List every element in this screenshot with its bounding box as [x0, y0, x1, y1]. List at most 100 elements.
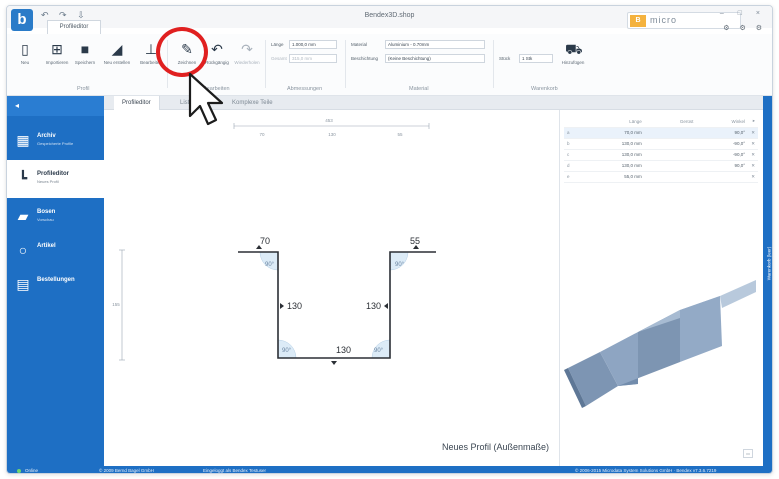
dim-bottom[interactable]: 130	[336, 345, 351, 355]
ruler-seg-c: 130	[328, 132, 336, 137]
sidebar-item-artikel[interactable]: ○ Artikel	[7, 232, 104, 270]
angle-label: 90°	[395, 262, 405, 268]
segments-panel: Länge Gerüst Winkel ▸ a 70,0 mm 90,0° ✕ …	[559, 110, 763, 466]
status-bar: Online © 2009 Bernd Bagel GmbH Eingelogg…	[7, 466, 772, 473]
column-header	[564, 116, 576, 128]
save-button-label: Speichern	[74, 60, 96, 65]
row-angle[interactable]	[696, 171, 748, 183]
sidebar-item-label: Bosen	[37, 209, 56, 215]
save-button[interactable]: ■ Speichern	[71, 38, 99, 80]
add-to-cart-button[interactable]: ⛟ Hinzufügen	[559, 38, 587, 80]
profile-name: Neues Profil (Außenmaße)	[441, 442, 549, 452]
new-button-label: Neu	[20, 60, 30, 65]
column-header: Gerüst	[644, 116, 697, 128]
sidebar-item-sublabel: Neues Profil	[37, 179, 59, 184]
group-label-material: Material	[409, 86, 429, 92]
table-row[interactable]: b 130,0 mm -90,0° ✕	[564, 138, 758, 150]
table-row[interactable]: d 130,0 mm 90,0° ✕	[564, 160, 758, 172]
sidebar: ◂ ▦ Archiv Gespeicherte Profile ┗ Profil…	[7, 96, 104, 466]
group-label-profil: Profil	[77, 86, 90, 92]
dim-top-right[interactable]: 55	[410, 236, 420, 246]
delete-icon[interactable]: ✕	[748, 171, 758, 183]
sidebar-item-label: Bestellungen	[37, 277, 75, 283]
app-window: b ↶ ↷ ⇩ Bendex3D.shop B micro – □ × ⚙ ⚙ …	[6, 5, 773, 474]
sidebar-item-sublabel: Gespeicherte Profile	[37, 141, 74, 146]
sidebar-item-label: Profileditor	[37, 171, 70, 177]
row-geruest	[644, 171, 697, 183]
row-angle[interactable]: -90,0°	[696, 149, 748, 161]
ruler-seg-e: 55	[397, 132, 403, 137]
length-input[interactable]: 1.000,0 mm	[289, 40, 337, 49]
tab-profileditor[interactable]: Profileditor	[47, 20, 101, 34]
pieces-label: Stück	[499, 56, 511, 61]
row-angle[interactable]: 90,0°	[696, 160, 748, 172]
delete-icon[interactable]: ✕	[748, 127, 758, 139]
group-separator	[265, 40, 266, 88]
title-bar: b ↶ ↷ ⇩ Bendex3D.shop B micro – □ × ⚙ ⚙ …	[7, 6, 772, 32]
row-length[interactable]: 130,0 mm	[576, 138, 645, 150]
ribbon: ▯ Neu ⊞ Importieren ■ Speichern ◢ Neu er…	[7, 34, 772, 96]
archive-icon: ▦	[16, 132, 30, 148]
sheets-icon: ▰	[17, 208, 29, 224]
profile-editor-canvas[interactable]: 453 70 130 55 155 70 55 130 130 130 90° …	[104, 110, 559, 466]
row-length[interactable]: 70,0 mm	[576, 127, 645, 139]
table-row[interactable]: e 55,0 mm ✕	[564, 171, 758, 183]
dim-top-left[interactable]: 70	[260, 236, 270, 246]
row-angle[interactable]: -90,0°	[696, 138, 748, 150]
save-icon: ■	[80, 41, 90, 57]
pieces-input[interactable]: 1 Stk	[519, 54, 553, 63]
orders-icon: ▤	[16, 276, 30, 292]
new-button[interactable]: ▯ Neu	[11, 38, 39, 80]
angle-label: 90°	[282, 348, 292, 354]
row-geruest	[644, 160, 697, 172]
import-button[interactable]: ⊞ Importieren	[43, 38, 71, 80]
group-label-warenkorb: Warenkorb	[531, 86, 558, 92]
row-length[interactable]: 55,0 mm	[576, 171, 645, 183]
profile-editor-icon: ┗	[18, 170, 28, 186]
group-separator	[345, 40, 346, 88]
row-length[interactable]: 130,0 mm	[576, 160, 645, 172]
table-row[interactable]: a 70,0 mm 90,0° ✕	[564, 127, 758, 139]
row-geruest	[644, 127, 697, 139]
article-icon: ○	[18, 242, 28, 258]
import-icon: ⊞	[51, 41, 63, 57]
row-angle[interactable]: 90,0°	[696, 127, 748, 139]
row-index: c	[564, 149, 576, 161]
material-select[interactable]: Aluminium - 0.70mm	[385, 40, 485, 49]
column-menu-icon[interactable]: ▸	[748, 116, 758, 128]
dim-left-mid[interactable]: 130	[287, 301, 302, 311]
row-geruest	[644, 149, 697, 161]
3d-preview[interactable]	[560, 228, 764, 428]
cart-side-strip[interactable]: Warenkorb (leer)	[763, 96, 772, 466]
sidebar-item-profileditor[interactable]: ┗ Profileditor Neues Profil	[7, 160, 104, 198]
settings-icons[interactable]: ⚙ ⚙ ⚙	[723, 24, 766, 32]
window-controls[interactable]: – □ ×	[720, 10, 766, 17]
coating-select[interactable]: (Keine Beschichtung)	[385, 54, 485, 63]
highlight-circle	[156, 27, 208, 77]
delete-icon[interactable]: ✕	[748, 149, 758, 161]
sidebar-item-bestellungen[interactable]: ▤ Bestellungen	[7, 266, 104, 304]
cart-strip-label: Warenkorb (leer)	[766, 246, 772, 281]
create-button[interactable]: ◢ Neu erstellen	[103, 38, 131, 80]
redo-button[interactable]: ↷ Wiederholen	[233, 38, 261, 80]
column-header: Winkel	[696, 116, 748, 128]
row-length[interactable]: 130,0 mm	[576, 149, 645, 161]
tab-profileditor-view[interactable]: Profileditor	[114, 96, 160, 110]
group-label-abmessungen: Abmessungen	[287, 86, 323, 92]
row-geruest	[644, 138, 697, 150]
reset-view-button[interactable]: ▭	[743, 449, 753, 458]
sidebar-item-archiv[interactable]: ▦ Archiv Gespeicherte Profile	[7, 122, 104, 160]
redo-icon: ↷	[241, 41, 253, 57]
sidebar-item-bosen[interactable]: ▰ Bosen Vorschau	[7, 198, 104, 236]
delete-icon[interactable]: ✕	[748, 160, 758, 172]
sidebar-item-label: Artikel	[37, 243, 56, 249]
tab-komplexe-teile[interactable]: Komplexe Teile	[224, 96, 281, 110]
row-index: a	[564, 127, 576, 139]
sidebar-collapse-button[interactable]: ◂	[7, 96, 104, 116]
row-index: b	[564, 138, 576, 150]
total-input[interactable]: 315,0 mm	[289, 54, 337, 63]
table-row[interactable]: c 130,0 mm -90,0° ✕	[564, 149, 758, 161]
dim-right-mid[interactable]: 130	[366, 301, 381, 311]
undo-icon: ↶	[211, 41, 223, 57]
delete-icon[interactable]: ✕	[748, 138, 758, 150]
